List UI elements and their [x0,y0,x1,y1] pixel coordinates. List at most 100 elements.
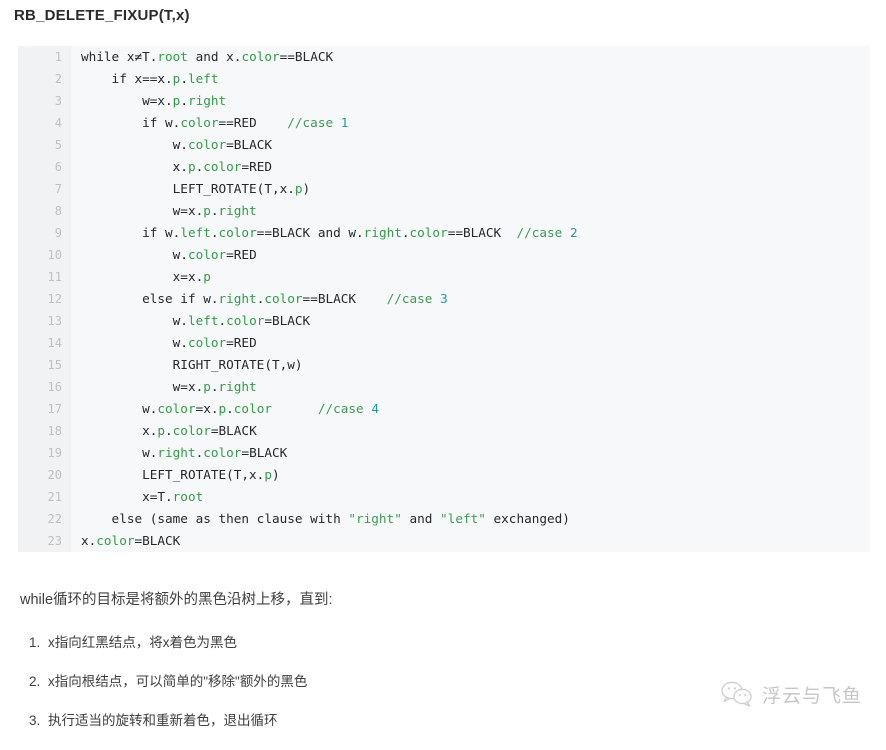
code-token: color [264,291,303,306]
line-number: 10 [18,244,71,266]
line-number: 21 [18,486,71,508]
line-number: 19 [18,442,71,464]
code-token: if w. [81,225,181,240]
code-token: ) [302,181,311,196]
line-number: 12 [18,288,71,310]
code-line-content: else if w.right.color==BLACK //case 3 [71,288,870,310]
list-item: 执行适当的旋转和重新着色，退出循环 [44,711,720,731]
code-token: =RED [241,159,272,174]
code-token: //case [287,115,341,130]
line-number: 16 [18,376,71,398]
code-token: . [210,225,219,240]
code-line-content: else (same as then clause with "right" a… [71,508,870,530]
code-token: else if w. [81,291,219,306]
line-number: 3 [18,90,71,112]
line-number: 23 [18,530,71,552]
code-token: LEFT_ROTATE(T,x. [81,467,265,482]
code-token: . [210,379,219,394]
code-line: 13 w.left.color=BLACK [18,310,870,332]
code-token: =RED [226,335,257,350]
line-number: 11 [18,266,71,288]
code-token: x. [81,159,188,174]
code-token: . [165,423,173,438]
code-token: w=x. [81,203,204,218]
code-line-content: while x≠T.root and x.color==BLACK [71,46,870,68]
code-line: 4 if w.color==RED //case 1 [18,112,870,134]
code-token: left [187,313,219,328]
code-token: color [96,533,135,548]
code-token: =RED [226,247,257,262]
line-number: 1 [18,46,71,68]
code-line-content: if w.color==RED //case 1 [71,112,870,134]
code-line-content: w.right.color=BLACK [71,442,870,464]
watermark-text: 浮云与飞鱼 [761,684,862,707]
code-line: 18 x.p.color=BLACK [18,420,870,442]
code-token: color [187,137,227,152]
code-line-content: w.color=RED [71,332,870,354]
code-token: "left" [440,511,486,526]
code-token: exchanged) [485,511,570,526]
code-token: . [401,225,410,240]
code-token: . [226,401,234,416]
code-line-content: w.color=BLACK [71,134,870,156]
code-token: =BLACK [226,137,272,152]
code-token: //case [516,225,570,240]
code-line-content: w.color=x.p.color //case 4 [71,398,870,420]
code-line-content: x.p.color=BLACK [71,420,870,442]
code-token: color [187,335,227,350]
watermark: 浮云与飞鱼 [720,679,862,709]
code-line-content: w=x.p.right [71,376,870,398]
line-number: 4 [18,112,71,134]
code-line: 1 while x≠T.root and x.color==BLACK [18,46,870,68]
code-token: ==RED [218,115,288,130]
code-token: x=x. [81,269,204,284]
code-token: while x≠T. [81,49,158,64]
code-token: right [218,203,257,218]
code-token: color [187,247,227,262]
code-token: x. [81,533,97,548]
code-token: x=T. [81,489,173,504]
line-number: 8 [18,200,71,222]
code-token: =BLACK [241,445,288,460]
code-token: p [203,269,211,284]
code-token: right [218,379,257,394]
code-token: left [180,225,211,240]
code-line-content: RIGHT_ROTATE(T,w) [71,354,870,376]
prose-paragraph: while循环的目标是将额外的黑色沿树上移，直到: [20,592,333,608]
code-line-content: x.color=BLACK [71,530,870,552]
code-line-content: w.left.color=BLACK [71,310,870,332]
code-token: right [157,445,196,460]
code-token: w. [81,313,188,328]
list-item: x指向红黑结点，将x着色为黑色 [44,633,720,653]
code-line-content: if w.left.color==BLACK and w.right.color… [71,222,870,244]
code-line-content: x=T.root [71,486,870,508]
code-token: x. [81,423,158,438]
code-token: LEFT_ROTATE(T,x. [81,181,295,196]
code-token: . [180,93,188,108]
line-number: 9 [18,222,71,244]
code-token: color [157,401,196,416]
code-token: . [218,313,227,328]
code-line: 3 w=x.p.right [18,90,870,112]
code-line: 17 w.color=x.p.color //case 4 [18,398,870,420]
code-block: 1 while x≠T.root and x.color==BLACK 2 if x… [18,46,870,552]
code-token: if w. [81,115,181,130]
code-token: color [172,423,211,438]
code-line: 2 if x==x.p.left [18,68,870,90]
code-line-content: LEFT_ROTATE(T,x.p) [71,178,870,200]
code-token: color [180,115,219,130]
code-token: right [363,225,402,240]
code-line-content: x.p.color=RED [71,156,870,178]
code-token: p [187,159,196,174]
code-line: 20 LEFT_ROTATE(T,x.p) [18,464,870,486]
line-number: 14 [18,332,71,354]
wechat-chat-bubbles-icon [720,679,754,709]
code-token: w. [81,401,158,416]
code-token: ==BLACK and w. [256,225,364,240]
code-line-content: LEFT_ROTATE(T,x.p) [71,464,870,486]
code-token: 1 [340,115,349,130]
line-number: 18 [18,420,71,442]
code-token: color [241,49,280,64]
code-line: 22 else (same as then clause with "right… [18,508,870,530]
code-token: RIGHT_ROTATE(T,w) [81,357,303,372]
